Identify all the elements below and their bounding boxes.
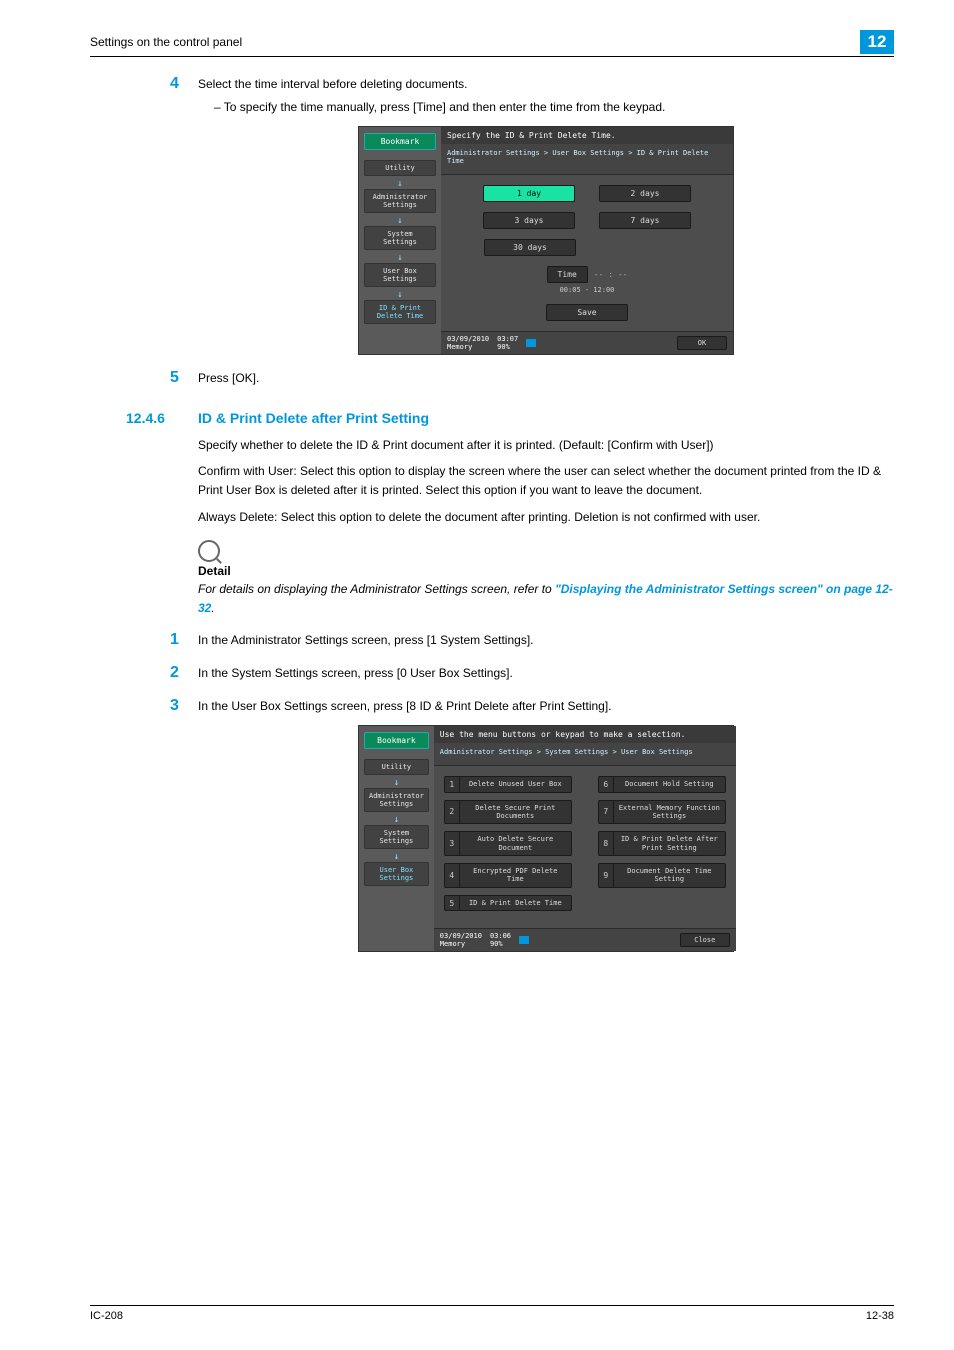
panel-title: Use the menu buttons or keypad to make a… [434, 726, 736, 743]
paragraph: Confirm with User: Select this option to… [198, 462, 894, 499]
chevron-down-icon: ↓ [364, 217, 436, 226]
status-mem-value: 90% [497, 343, 518, 351]
chevron-down-icon: ↓ [364, 254, 436, 263]
step-1: 1 In the Administrator Settings screen, … [198, 631, 894, 650]
header-breadcrumb: Settings on the control panel [90, 35, 860, 49]
save-button[interactable]: Save [546, 304, 628, 321]
panel-breadcrumb: Administrator Settings > System Settings… [434, 743, 736, 766]
step-5: 5 Press [OK]. [198, 369, 894, 388]
page-footer: IC-208 12-38 [90, 1305, 894, 1322]
crumb-system[interactable]: System Settings [364, 825, 429, 849]
step-text: In the System Settings screen, press [0 … [198, 664, 894, 683]
step-text: Select the time interval before deleting… [198, 77, 467, 91]
screenshot-delete-time: Bookmark Utility ↓ Administrator Setting… [358, 126, 734, 355]
section-number: 12.4.6 [126, 410, 198, 426]
opt-2days[interactable]: 2 days [599, 185, 691, 202]
status-icon [519, 936, 529, 944]
time-value: -- : -- [594, 270, 628, 279]
status-date: 03/09/2010 [447, 335, 489, 343]
crumb-utility[interactable]: Utility [364, 759, 429, 775]
status-time: 03:07 [497, 335, 518, 343]
step-number: 5 [170, 369, 198, 388]
section-title: ID & Print Delete after Print Setting [198, 410, 429, 426]
menu-item-3[interactable]: 3Auto Delete Secure Document [444, 831, 572, 856]
crumb-admin[interactable]: Administrator Settings [364, 788, 429, 812]
step-number: 4 [170, 75, 198, 116]
status-time: 03:06 [490, 932, 511, 940]
chapter-badge: 12 [860, 30, 894, 54]
time-button[interactable]: Time [547, 266, 588, 283]
section-heading: 12.4.6 ID & Print Delete after Print Set… [126, 410, 894, 426]
step-number: 3 [170, 697, 198, 716]
menu-item-7[interactable]: 7External Memory Function Settings [598, 800, 726, 825]
step-text: Press [OK]. [198, 369, 894, 388]
step-text: In the User Box Settings screen, press [… [198, 697, 894, 716]
menu-item-9[interactable]: 9Document Delete Time Setting [598, 863, 726, 888]
page-header: Settings on the control panel 12 [90, 30, 894, 57]
crumb-system[interactable]: System Settings [364, 226, 436, 250]
crumb-current[interactable]: ID & Print Delete Time [364, 300, 436, 324]
step-2: 2 In the System Settings screen, press [… [198, 664, 894, 683]
panel-breadcrumb: Administrator Settings > User Box Settin… [441, 144, 733, 175]
menu-item-2[interactable]: 2Delete Secure Print Documents [444, 800, 572, 825]
menu-item-5[interactable]: 5ID & Print Delete Time [444, 895, 572, 911]
bookmark-button[interactable]: Bookmark [364, 732, 429, 749]
crumb-admin[interactable]: Administrator Settings [364, 189, 436, 213]
menu-item-6[interactable]: 6Document Hold Setting [598, 776, 726, 792]
menu-item-1[interactable]: 1Delete Unused User Box [444, 776, 572, 792]
opt-1day[interactable]: 1 day [483, 185, 575, 202]
status-mem-label: Memory [447, 343, 489, 351]
chevron-down-icon: ↓ [364, 853, 429, 862]
opt-30days[interactable]: 30 days [484, 239, 576, 256]
step-sub: – To specify the time manually, press [T… [214, 98, 894, 117]
detail-label: Detail [198, 564, 894, 578]
paragraph: Specify whether to delete the ID & Print… [198, 436, 894, 455]
detail-text: For details on displaying the Administra… [198, 580, 894, 617]
paragraph: Always Delete: Select this option to del… [198, 508, 894, 527]
crumb-current[interactable]: User Box Settings [364, 862, 429, 886]
status-mem-value: 90% [490, 940, 511, 948]
bookmark-button[interactable]: Bookmark [364, 133, 436, 150]
step-3: 3 In the User Box Settings screen, press… [198, 697, 894, 716]
status-icon [526, 339, 536, 347]
menu-item-4[interactable]: 4Encrypted PDF Delete Time [444, 863, 572, 888]
step-number: 1 [170, 631, 198, 650]
step-number: 2 [170, 664, 198, 683]
magnifier-icon [198, 540, 220, 562]
status-mem-label: Memory [440, 940, 482, 948]
footer-right: 12-38 [866, 1310, 894, 1322]
chevron-down-icon: ↓ [364, 291, 436, 300]
crumb-userbox[interactable]: User Box Settings [364, 263, 436, 287]
opt-7days[interactable]: 7 days [599, 212, 691, 229]
panel-title: Specify the ID & Print Delete Time. [441, 127, 733, 144]
step-text: In the Administrator Settings screen, pr… [198, 631, 894, 650]
menu-item-8[interactable]: 8ID & Print Delete After Print Setting [598, 831, 726, 856]
close-button[interactable]: Close [680, 933, 730, 947]
step-4: 4 Select the time interval before deleti… [198, 75, 894, 116]
chevron-down-icon: ↓ [364, 180, 436, 189]
status-date: 03/09/2010 [440, 932, 482, 940]
crumb-utility[interactable]: Utility [364, 160, 436, 176]
screenshot-userbox-settings: Bookmark Utility ↓ Administrator Setting… [358, 725, 734, 952]
time-range: 00:05 - 12:00 [451, 286, 723, 294]
chevron-down-icon: ↓ [364, 779, 429, 788]
ok-button[interactable]: OK [677, 336, 727, 350]
chevron-down-icon: ↓ [364, 816, 429, 825]
footer-left: IC-208 [90, 1310, 123, 1322]
opt-3days[interactable]: 3 days [483, 212, 575, 229]
